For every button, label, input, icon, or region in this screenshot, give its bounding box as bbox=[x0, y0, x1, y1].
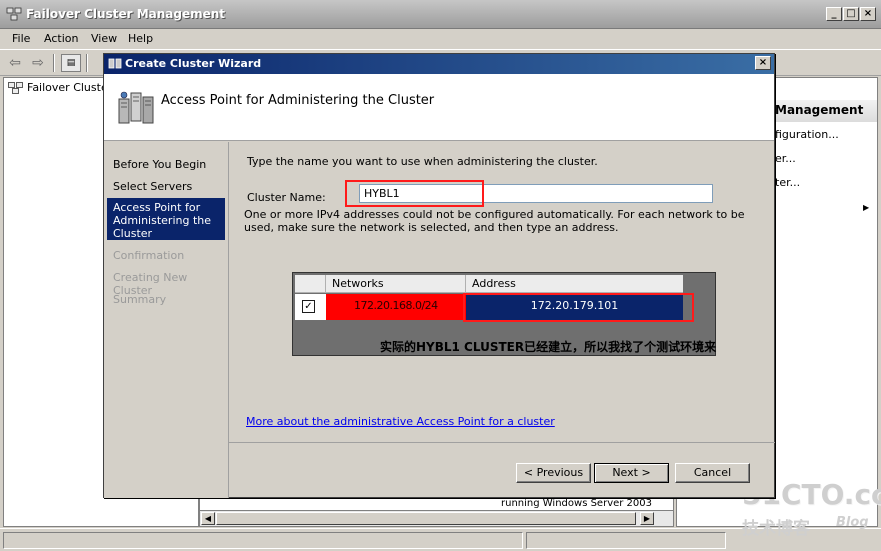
main-title-bar[interactable]: Failover Cluster Management _ □ × bbox=[0, 0, 881, 29]
menu-help[interactable]: Help bbox=[128, 32, 153, 45]
red-annotation-box bbox=[463, 293, 694, 322]
wizard-step-nav: Before You Begin Select Servers Access P… bbox=[104, 142, 228, 498]
previous-button[interactable]: < Previous bbox=[516, 463, 591, 483]
toolbar-separator bbox=[86, 54, 88, 72]
tree-root-item[interactable]: Failover Cluster bbox=[8, 81, 112, 94]
row-checkbox-cell: ✓ bbox=[295, 294, 326, 320]
forward-arrow-icon[interactable]: ⇨ bbox=[28, 54, 48, 72]
more-info-link[interactable]: More about the administrative Access Poi… bbox=[246, 415, 555, 428]
wizard-close-button[interactable]: × bbox=[755, 56, 771, 70]
wizard-content: Type the name you want to use when admin… bbox=[228, 142, 775, 498]
table-header: Networks Address bbox=[295, 275, 683, 293]
create-cluster-wizard: Create Cluster Wizard × Access Point for… bbox=[103, 53, 775, 498]
wizard-page-title: Access Point for Administering the Clust… bbox=[161, 93, 435, 108]
cancel-button[interactable]: Cancel bbox=[675, 463, 750, 483]
scroll-left-icon[interactable]: ◀ bbox=[201, 512, 215, 525]
next-button[interactable]: Next > bbox=[594, 463, 669, 483]
tree-root-label: Failover Cluster bbox=[27, 81, 113, 94]
nav-step-select-servers[interactable]: Select Servers bbox=[107, 177, 225, 196]
status-field bbox=[3, 532, 523, 549]
toolbar-separator bbox=[53, 54, 55, 72]
button-divider bbox=[229, 442, 775, 443]
main-window-title: Failover Cluster Management bbox=[26, 7, 226, 21]
annotation-text: 实际的HYBL1 CLUSTER已经建立，所以我找了个测试环境来 bbox=[380, 340, 717, 354]
header-address[interactable]: Address bbox=[466, 275, 683, 293]
nav-step-access-point[interactable]: Access Point for Administering the Clust… bbox=[107, 198, 225, 240]
close-button[interactable]: × bbox=[860, 7, 876, 21]
back-arrow-icon[interactable]: ⇦ bbox=[5, 54, 25, 72]
menu-action[interactable]: Action bbox=[44, 32, 78, 45]
wizard-header: Access Point for Administering the Clust… bbox=[104, 74, 774, 141]
network-checkbox[interactable]: ✓ bbox=[302, 300, 315, 313]
wizard-title: Create Cluster Wizard bbox=[125, 57, 262, 70]
ipv4-warning-text: One or more IPv4 addresses could not be … bbox=[244, 208, 745, 234]
watermark-subtitle: 技术博客 bbox=[742, 519, 810, 539]
status-field bbox=[526, 532, 726, 549]
minimize-button[interactable]: _ bbox=[826, 7, 842, 21]
menu-file[interactable]: File bbox=[12, 32, 30, 45]
watermark-blog: Blog bbox=[836, 515, 869, 530]
horizontal-scrollbar[interactable]: ◀ ▶ bbox=[200, 510, 673, 526]
cluster-name-label: Cluster Name: bbox=[247, 191, 326, 204]
instruction-text: Type the name you want to use when admin… bbox=[247, 155, 598, 168]
nav-step-confirmation: Confirmation bbox=[113, 249, 185, 262]
scroll-right-icon[interactable]: ▶ bbox=[640, 512, 654, 525]
action-item-3[interactable]: ter... bbox=[775, 176, 800, 189]
red-annotation-box bbox=[345, 180, 484, 207]
center-partial-text: running Windows Server 2003 bbox=[501, 498, 653, 509]
scroll-thumb[interactable] bbox=[216, 512, 636, 525]
cluster-tree-icon bbox=[8, 82, 23, 94]
server-cluster-icon bbox=[118, 91, 154, 124]
nav-step-summary: Summary bbox=[113, 293, 167, 306]
action-item-2[interactable]: er... bbox=[775, 152, 796, 165]
cluster-app-icon bbox=[6, 7, 22, 21]
menu-view[interactable]: View bbox=[91, 32, 117, 45]
wizard-icon bbox=[108, 58, 122, 69]
submenu-arrow-icon[interactable]: ▶ bbox=[863, 203, 869, 212]
nav-step-before-you-begin[interactable]: Before You Begin bbox=[107, 155, 225, 174]
action-configuration[interactable]: figuration... bbox=[775, 128, 839, 141]
maximize-button[interactable]: □ bbox=[843, 7, 859, 21]
header-checkbox-col bbox=[295, 275, 326, 293]
wizard-title-bar[interactable]: Create Cluster Wizard × bbox=[104, 54, 774, 74]
show-hide-tree-icon[interactable]: ▤ bbox=[61, 54, 81, 72]
network-cell: 172.20.168.0/24 bbox=[326, 294, 466, 320]
menu-bar: File Action View Help bbox=[0, 29, 881, 49]
header-networks[interactable]: Networks bbox=[326, 275, 466, 293]
